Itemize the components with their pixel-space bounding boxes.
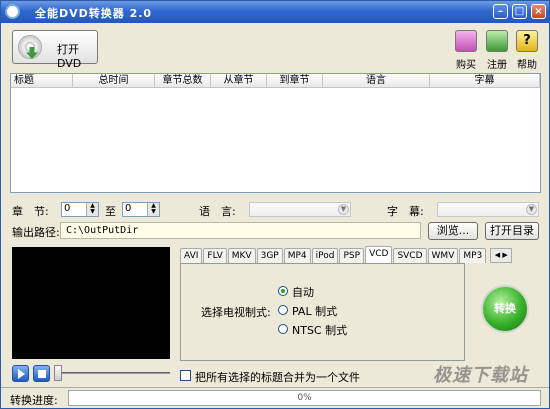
open-directory-button[interactable]: 打开目录: [485, 222, 539, 240]
tv-standard-label: 选择电视制式:: [201, 306, 271, 319]
format-tabs: AVI FLV MKV 3GP MP4 iPod PSP VCD SVCD WM…: [180, 246, 513, 263]
col-language[interactable]: 语言: [323, 74, 430, 87]
tab-avi[interactable]: AVI: [180, 248, 203, 263]
minimize-button[interactable]: –: [493, 4, 508, 19]
stepper-arrows-icon[interactable]: ▲ ▼: [147, 203, 159, 216]
output-path-label: 输出路径:: [12, 226, 60, 239]
progress-label: 转换进度:: [10, 394, 58, 407]
progress-bar: 0%: [68, 390, 541, 406]
language-select[interactable]: ▼: [249, 202, 351, 217]
chapter-from-value: 0: [64, 203, 71, 214]
merge-label[interactable]: 把所有选择的标题合并为一个文件: [195, 369, 360, 385]
help-label[interactable]: 帮助: [512, 56, 542, 71]
tab-ipod[interactable]: iPod: [311, 248, 339, 263]
merge-checkbox[interactable]: [180, 370, 191, 381]
radio-ntsc-label[interactable]: NTSC 制式: [292, 322, 347, 338]
chevron-down-icon[interactable]: ▼: [338, 204, 349, 215]
col-from-chapter[interactable]: 从章节: [211, 74, 267, 87]
open-dvd-label: 打开DVD: [57, 43, 82, 70]
chapter-to-stepper[interactable]: 0 ▲ ▼: [122, 202, 160, 217]
subtitle-label: 字 幕:: [387, 205, 424, 218]
tab-scroll-arrows-icon[interactable]: ◀ ▶: [490, 248, 513, 263]
browse-button[interactable]: 浏览...: [428, 222, 478, 240]
tab-mkv[interactable]: MKV: [227, 248, 256, 263]
tab-3gp[interactable]: 3GP: [256, 248, 283, 263]
radio-auto[interactable]: [278, 286, 288, 296]
play-icon[interactable]: [12, 365, 29, 382]
help-icon[interactable]: ?: [516, 30, 538, 52]
radio-pal-label[interactable]: PAL 制式: [292, 303, 337, 319]
col-subtitle[interactable]: 字幕: [430, 74, 540, 87]
vcd-tab-panel: 选择电视制式: 自动 PAL 制式 NTSC 制式: [180, 263, 465, 361]
chapter-to-value: 0: [125, 203, 132, 214]
register-icon[interactable]: [486, 30, 508, 52]
col-title[interactable]: 标题: [11, 74, 73, 87]
seek-track[interactable]: [57, 372, 170, 374]
progress-text: 0%: [297, 393, 312, 403]
output-path-field[interactable]: C:\OutPutDir: [60, 222, 421, 239]
stepper-arrows-icon[interactable]: ▲ ▼: [86, 203, 98, 216]
col-to-chapter[interactable]: 到章节: [267, 74, 323, 87]
chapter-label: 章 节:: [12, 205, 49, 218]
title-list-header: 标题 总时间 章节总数 从章节 到章节 语言 字幕: [11, 74, 540, 88]
col-chapter-count[interactable]: 章节总数: [155, 74, 211, 87]
subtitle-select[interactable]: ▼: [437, 202, 539, 217]
to-label: 至: [105, 205, 116, 218]
watermark-text: 极速下载站: [433, 365, 528, 386]
radio-auto-label[interactable]: 自动: [292, 284, 314, 300]
close-button[interactable]: ×: [531, 4, 546, 19]
tab-psp[interactable]: PSP: [339, 248, 365, 263]
tab-vcd[interactable]: VCD: [365, 246, 393, 263]
tab-mp3[interactable]: MP3: [459, 248, 487, 263]
app-icon: [5, 4, 20, 19]
col-total-time[interactable]: 总时间: [73, 74, 155, 87]
window-title: 全能DVD转换器 2.0: [35, 7, 153, 20]
convert-button[interactable]: 转换: [481, 285, 529, 333]
tab-wmv[interactable]: WMV: [427, 248, 459, 263]
title-list[interactable]: 标题 总时间 章节总数 从章节 到章节 语言 字幕: [10, 73, 541, 193]
status-bar: 转换进度: 0%: [1, 387, 549, 408]
chevron-down-icon[interactable]: ▼: [526, 204, 537, 215]
language-label: 语 言:: [199, 205, 236, 218]
chapter-from-stepper[interactable]: 0 ▲ ▼: [61, 202, 99, 217]
maximize-button[interactable]: □: [512, 4, 527, 19]
register-label[interactable]: 注册: [482, 56, 512, 71]
video-preview: [12, 247, 170, 359]
tab-mp4[interactable]: MP4: [283, 248, 311, 263]
app-window: 全能DVD转换器 2.0 – □ × 打开DVD 购买 注册 ? 帮助 标题 总…: [0, 0, 550, 409]
open-dvd-button[interactable]: 打开DVD: [12, 30, 98, 70]
tab-flv[interactable]: FLV: [203, 248, 227, 263]
stop-icon[interactable]: [33, 365, 50, 382]
title-bar: 全能DVD转换器 2.0 – □ ×: [1, 1, 549, 23]
radio-ntsc[interactable]: [278, 324, 288, 334]
seek-slider-handle[interactable]: [54, 365, 62, 381]
tab-svcd[interactable]: SVCD: [393, 248, 427, 263]
buy-label[interactable]: 购买: [451, 56, 481, 71]
cart-icon[interactable]: [455, 30, 477, 52]
radio-pal[interactable]: [278, 305, 288, 315]
